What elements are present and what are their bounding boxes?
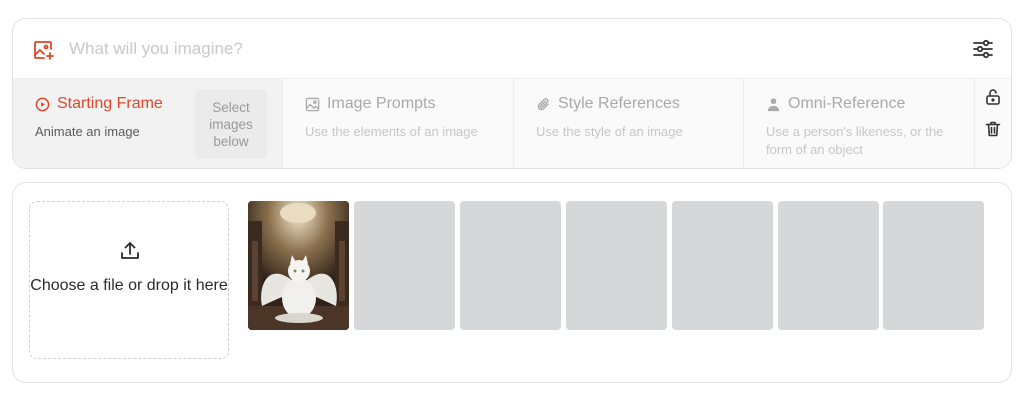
tab-starting-frame[interactable]: Starting Frame Animate an image Select i…	[13, 79, 283, 168]
tab-label: Style References	[558, 95, 680, 112]
tab-title-row: Starting Frame	[35, 95, 163, 113]
dropzone-label: Choose a file or drop it here	[30, 277, 228, 294]
gallery-placeholder	[883, 201, 984, 330]
tab-title-row: Image Prompts	[305, 95, 435, 113]
sliders-icon[interactable]	[971, 37, 995, 61]
prompt-panel: Starting Frame Animate an image Select i…	[12, 18, 1012, 169]
prompt-row	[13, 19, 1011, 79]
image-icon	[305, 97, 320, 111]
tab-label: Starting Frame	[57, 95, 163, 112]
paperclip-icon	[537, 97, 549, 110]
upload-panel: Choose a file or drop it here	[12, 182, 1012, 383]
image-plus-icon[interactable]	[31, 38, 55, 62]
gallery-image-cat-angel[interactable]	[248, 201, 349, 330]
gallery-placeholder	[460, 201, 561, 330]
gallery-placeholder	[672, 201, 773, 330]
tab-omni-reference[interactable]: Omni-Reference Use a person's likeness, …	[744, 79, 975, 168]
trash-icon[interactable]	[983, 119, 1003, 139]
tab-title-row: Omni-Reference	[766, 95, 905, 113]
reference-tabs: Starting Frame Animate an image Select i…	[13, 79, 1011, 168]
gallery-placeholder	[354, 201, 455, 330]
tab-style-references[interactable]: Style References Use the style of an ima…	[514, 79, 744, 168]
tab-description: Animate an image	[35, 124, 140, 139]
gallery-placeholder	[778, 201, 879, 330]
select-images-hint: Select images below	[195, 89, 267, 159]
tab-label: Image Prompts	[327, 95, 436, 112]
tab-image-prompts[interactable]: Image Prompts Use the elements of an ima…	[283, 79, 514, 168]
file-dropzone[interactable]: Choose a file or drop it here	[29, 201, 229, 359]
tab-label: Omni-Reference	[788, 95, 906, 112]
tab-description: Use a person's likeness, or the form of …	[766, 124, 944, 157]
upload-icon	[121, 242, 139, 259]
unlock-icon[interactable]	[983, 87, 1003, 107]
cat-angel-image	[248, 201, 349, 330]
gallery-placeholder	[566, 201, 667, 330]
person-icon	[767, 97, 780, 111]
tab-title-row: Style References	[536, 95, 680, 113]
play-circle-icon	[35, 97, 50, 111]
tab-description: Use the elements of an image	[305, 124, 478, 139]
reference-actions	[974, 79, 1011, 168]
tab-description: Use the style of an image	[536, 124, 683, 139]
prompt-input[interactable]	[69, 33, 929, 65]
